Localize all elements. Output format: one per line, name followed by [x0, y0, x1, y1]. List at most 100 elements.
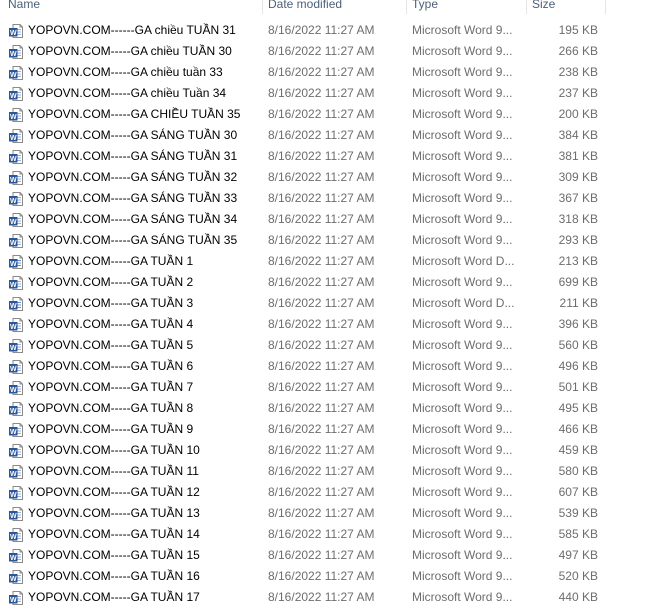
file-type: Microsoft Word 9...: [412, 191, 513, 205]
word-97-icon: W: [9, 45, 23, 59]
svg-text:W: W: [10, 30, 17, 37]
column-header-date-modified[interactable]: Date modified: [268, 0, 342, 14]
file-type: Microsoft Word 9...: [412, 527, 513, 541]
file-row[interactable]: W YOPOVN.COM-----GA SÁNG TUẦN 30 8/16/20…: [0, 125, 606, 146]
file-date-modified: 8/16/2022 11:27 AM: [268, 23, 375, 37]
file-name: YOPOVN.COM-----GA TUẦN 6: [28, 359, 194, 373]
word-97-icon: W: [9, 87, 23, 101]
file-size: 381 KB: [558, 149, 598, 163]
file-size: 237 KB: [558, 86, 598, 100]
file-type: Microsoft Word D...: [412, 296, 515, 310]
file-row[interactable]: W YOPOVN.COM-----GA TUẦN 14 8/16/2022 11…: [0, 524, 606, 545]
column-divider[interactable]: [526, 0, 527, 14]
file-type: Microsoft Word 9...: [412, 569, 513, 583]
file-type: Microsoft Word 9...: [412, 401, 513, 415]
file-row[interactable]: W YOPOVN.COM-----GA TUẦN 16 8/16/2022 11…: [0, 566, 606, 587]
file-row[interactable]: W YOPOVN.COM-----GA TUẦN 11 8/16/2022 11…: [0, 461, 606, 482]
file-name: YOPOVN.COM-----GA TUẦN 3: [28, 296, 194, 310]
file-row[interactable]: W YOPOVN.COM-----GA TUẦN 4 8/16/2022 11:…: [0, 314, 606, 335]
file-type: Microsoft Word 9...: [412, 212, 513, 226]
svg-text:W: W: [10, 387, 17, 394]
file-row[interactable]: W YOPOVN.COM-----GA TUẦN 1 8/16/2022 11:…: [0, 251, 606, 272]
file-type: Microsoft Word 9...: [412, 233, 513, 247]
file-row[interactable]: W YOPOVN.COM-----GA SÁNG TUẦN 35 8/16/20…: [0, 230, 606, 251]
svg-text:W: W: [10, 72, 17, 79]
word-97-icon: W: [9, 192, 23, 206]
file-row[interactable]: W YOPOVN.COM-----GA SÁNG TUẦN 32 8/16/20…: [0, 167, 606, 188]
svg-text:W: W: [10, 282, 17, 289]
file-row[interactable]: W YOPOVN.COM-----GA SÁNG TUẦN 33 8/16/20…: [0, 188, 606, 209]
word-97-icon: W: [9, 108, 23, 122]
file-row[interactable]: W YOPOVN.COM-----GA TUẦN 13 8/16/2022 11…: [0, 503, 606, 524]
svg-text:W: W: [10, 555, 17, 562]
word-97-icon: W: [9, 423, 23, 437]
file-type: Microsoft Word 9...: [412, 44, 513, 58]
file-row[interactable]: W YOPOVN.COM-----GA CHIỀU TUẦN 35 8/16/2…: [0, 104, 606, 125]
file-name: YOPOVN.COM------GA chiều TUẦN 31: [28, 23, 236, 37]
file-size: 238 KB: [558, 65, 598, 79]
file-row[interactable]: W YOPOVN.COM-----GA TUẦN 6 8/16/2022 11:…: [0, 356, 606, 377]
file-name: YOPOVN.COM-----GA TUẦN 10: [28, 443, 200, 457]
file-name: YOPOVN.COM-----GA SÁNG TUẦN 31: [28, 149, 238, 163]
file-explorer-details-view: Name Date modified Type Size W YOPOVN.CO…: [0, 0, 666, 616]
file-size: 501 KB: [558, 380, 598, 394]
column-header-type[interactable]: Type: [412, 0, 438, 14]
file-row[interactable]: W YOPOVN.COM-----GA TUẦN 5 8/16/2022 11:…: [0, 335, 606, 356]
column-divider[interactable]: [262, 0, 263, 14]
file-size: 266 KB: [558, 44, 598, 58]
file-size: 318 KB: [558, 212, 598, 226]
file-date-modified: 8/16/2022 11:27 AM: [268, 86, 375, 100]
file-date-modified: 8/16/2022 11:27 AM: [268, 107, 375, 121]
file-type: Microsoft Word 9...: [412, 23, 513, 37]
file-row[interactable]: W YOPOVN.COM-----GA chiều tuần 33 8/16/2…: [0, 62, 606, 83]
file-row[interactable]: W YOPOVN.COM-----GA SÁNG TUẦN 34 8/16/20…: [0, 209, 606, 230]
file-date-modified: 8/16/2022 11:27 AM: [268, 44, 375, 58]
file-row[interactable]: W YOPOVN.COM-----GA TUẦN 2 8/16/2022 11:…: [0, 272, 606, 293]
file-size: 459 KB: [558, 443, 598, 457]
file-type: Microsoft Word D...: [412, 254, 515, 268]
file-name: YOPOVN.COM-----GA TUẦN 7: [28, 380, 194, 394]
file-date-modified: 8/16/2022 11:27 AM: [268, 464, 375, 478]
word-97-icon: W: [9, 66, 23, 80]
file-row[interactable]: W YOPOVN.COM-----GA SÁNG TUẦN 31 8/16/20…: [0, 146, 606, 167]
svg-text:W: W: [10, 135, 17, 142]
file-type: Microsoft Word 9...: [412, 275, 513, 289]
column-divider[interactable]: [406, 0, 407, 14]
file-row[interactable]: W YOPOVN.COM-----GA chiều Tuần 34 8/16/2…: [0, 83, 606, 104]
file-row[interactable]: W YOPOVN.COM-----GA TUẦN 8 8/16/2022 11:…: [0, 398, 606, 419]
column-header-name[interactable]: Name: [8, 0, 40, 14]
file-row[interactable]: W YOPOVN.COM-----GA TUẦN 17 8/16/2022 11…: [0, 587, 606, 608]
file-row[interactable]: W YOPOVN.COM-----GA chiều TUẦN 30 8/16/2…: [0, 41, 606, 62]
file-date-modified: 8/16/2022 11:27 AM: [268, 317, 375, 331]
file-row[interactable]: W YOPOVN.COM-----GA TUẦN 3 8/16/2022 11:…: [0, 293, 606, 314]
file-name: YOPOVN.COM-----GA chiều tuần 33: [28, 65, 223, 79]
file-name: YOPOVN.COM-----GA TUẦN 17: [28, 590, 200, 604]
word-97-icon: W: [9, 465, 23, 479]
file-size: 440 KB: [558, 590, 598, 604]
file-name: YOPOVN.COM-----GA CHIỀU TUẦN 35: [28, 107, 241, 121]
file-row[interactable]: W YOPOVN.COM-----GA TUẦN 7 8/16/2022 11:…: [0, 377, 606, 398]
file-row[interactable]: W YOPOVN.COM-----GA TUẦN 10 8/16/2022 11…: [0, 440, 606, 461]
file-type: Microsoft Word 9...: [412, 590, 513, 604]
file-name: YOPOVN.COM-----GA SÁNG TUẦN 35: [28, 233, 238, 247]
word-97-icon: W: [9, 381, 23, 395]
file-date-modified: 8/16/2022 11:27 AM: [268, 191, 375, 205]
file-type: Microsoft Word 9...: [412, 317, 513, 331]
file-date-modified: 8/16/2022 11:27 AM: [268, 254, 375, 268]
file-row[interactable]: W YOPOVN.COM-----GA TUẦN 12 8/16/2022 11…: [0, 482, 606, 503]
file-size: 384 KB: [558, 128, 598, 142]
file-date-modified: 8/16/2022 11:27 AM: [268, 296, 375, 310]
file-row[interactable]: W YOPOVN.COM-----GA TUẦN 9 8/16/2022 11:…: [0, 419, 606, 440]
file-type: Microsoft Word 9...: [412, 86, 513, 100]
file-row[interactable]: W YOPOVN.COM------GA chiều TUẦN 31 8/16/…: [0, 20, 606, 41]
file-date-modified: 8/16/2022 11:27 AM: [268, 506, 375, 520]
file-name: YOPOVN.COM-----GA TUẦN 11: [28, 464, 199, 478]
svg-text:W: W: [10, 450, 17, 457]
column-divider[interactable]: [605, 0, 606, 14]
column-header-size[interactable]: Size: [532, 0, 555, 14]
word-docx-icon: W: [9, 297, 23, 311]
svg-text:W: W: [10, 576, 17, 583]
file-type: Microsoft Word 9...: [412, 380, 513, 394]
file-row[interactable]: W YOPOVN.COM-----GA TUẦN 15 8/16/2022 11…: [0, 545, 606, 566]
word-97-icon: W: [9, 129, 23, 143]
